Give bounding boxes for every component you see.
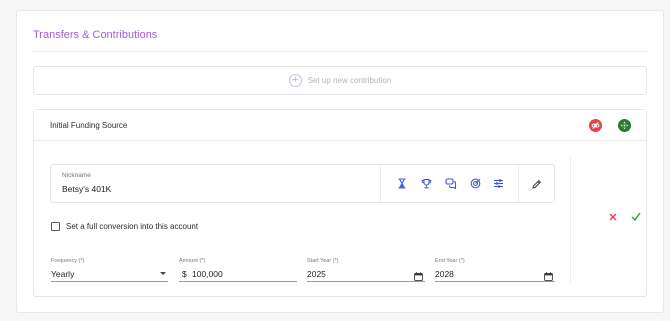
target-button[interactable] bbox=[469, 177, 482, 190]
amount-label: Amount (*) bbox=[179, 258, 206, 264]
sliders-icon bbox=[494, 179, 503, 188]
calendar-icon[interactable] bbox=[414, 268, 423, 286]
transfers-card: Transfers & Contributions + Set up new c… bbox=[16, 10, 664, 313]
calendar-icon[interactable] bbox=[544, 268, 553, 286]
check-icon bbox=[631, 212, 641, 222]
settings-sliders-button[interactable] bbox=[492, 177, 505, 190]
funding-source-header: Initial Funding Source bbox=[34, 110, 646, 141]
move-button[interactable] bbox=[618, 119, 631, 132]
funding-source-panel: Initial Funding Source Nickname Betsy's … bbox=[33, 109, 647, 297]
frequency-select[interactable]: Frequency (*) Yearly bbox=[51, 258, 168, 282]
trophy-icon bbox=[421, 178, 432, 189]
hourglass-icon bbox=[398, 178, 405, 189]
end-year-label: End Year (*) bbox=[435, 258, 465, 264]
start-year-label: Start Year (*) bbox=[307, 258, 339, 264]
target-icon bbox=[470, 178, 481, 189]
nickname-card: Nickname Betsy's 401K bbox=[50, 164, 555, 203]
title-divider bbox=[33, 51, 647, 52]
actions-divider bbox=[570, 157, 571, 283]
end-year-input[interactable]: End Year (*) 2028 bbox=[435, 258, 555, 282]
funding-source-title: Initial Funding Source bbox=[50, 121, 128, 130]
chevron-down-icon bbox=[160, 268, 166, 275]
start-year-input[interactable]: Start Year (*) 2025 bbox=[307, 258, 425, 282]
full-conversion-checkbox[interactable] bbox=[51, 222, 60, 231]
amount-input[interactable]: Amount (*) $ 100,000 bbox=[179, 258, 297, 282]
chat-button[interactable] bbox=[444, 177, 457, 190]
hourglass-button[interactable] bbox=[395, 177, 408, 190]
frequency-value: Yearly bbox=[51, 269, 75, 279]
confirm-button[interactable] bbox=[631, 212, 641, 224]
plus-circle-icon: + bbox=[288, 74, 302, 87]
setup-contribution-label: Set up new contribution bbox=[307, 76, 392, 85]
setup-contribution-button[interactable]: + Set up new contribution bbox=[33, 66, 647, 95]
chat-icon bbox=[444, 178, 456, 189]
nickname-value[interactable]: Betsy's 401K bbox=[62, 184, 111, 194]
card-title: Transfers & Contributions bbox=[33, 29, 158, 41]
frequency-label: Frequency (*) bbox=[51, 258, 85, 264]
amount-value: 100,000 bbox=[192, 269, 223, 279]
unlink-button[interactable] bbox=[589, 119, 602, 132]
unlink-icon bbox=[591, 122, 600, 129]
account-toolbar bbox=[380, 165, 519, 202]
full-conversion-label: Set a full conversion into this account bbox=[66, 222, 199, 231]
end-year-value: 2028 bbox=[435, 269, 454, 279]
currency-prefix: $ bbox=[182, 269, 187, 279]
pencil-icon bbox=[532, 179, 542, 189]
move-icon bbox=[620, 121, 629, 130]
trophy-button[interactable] bbox=[420, 177, 433, 190]
nickname-label: Nickname bbox=[62, 172, 91, 179]
close-icon bbox=[609, 213, 617, 221]
edit-nickname-button[interactable] bbox=[531, 177, 544, 190]
full-conversion-row: Set a full conversion into this account bbox=[51, 222, 198, 231]
start-year-value: 2025 bbox=[307, 269, 326, 279]
cancel-button[interactable] bbox=[609, 213, 617, 224]
